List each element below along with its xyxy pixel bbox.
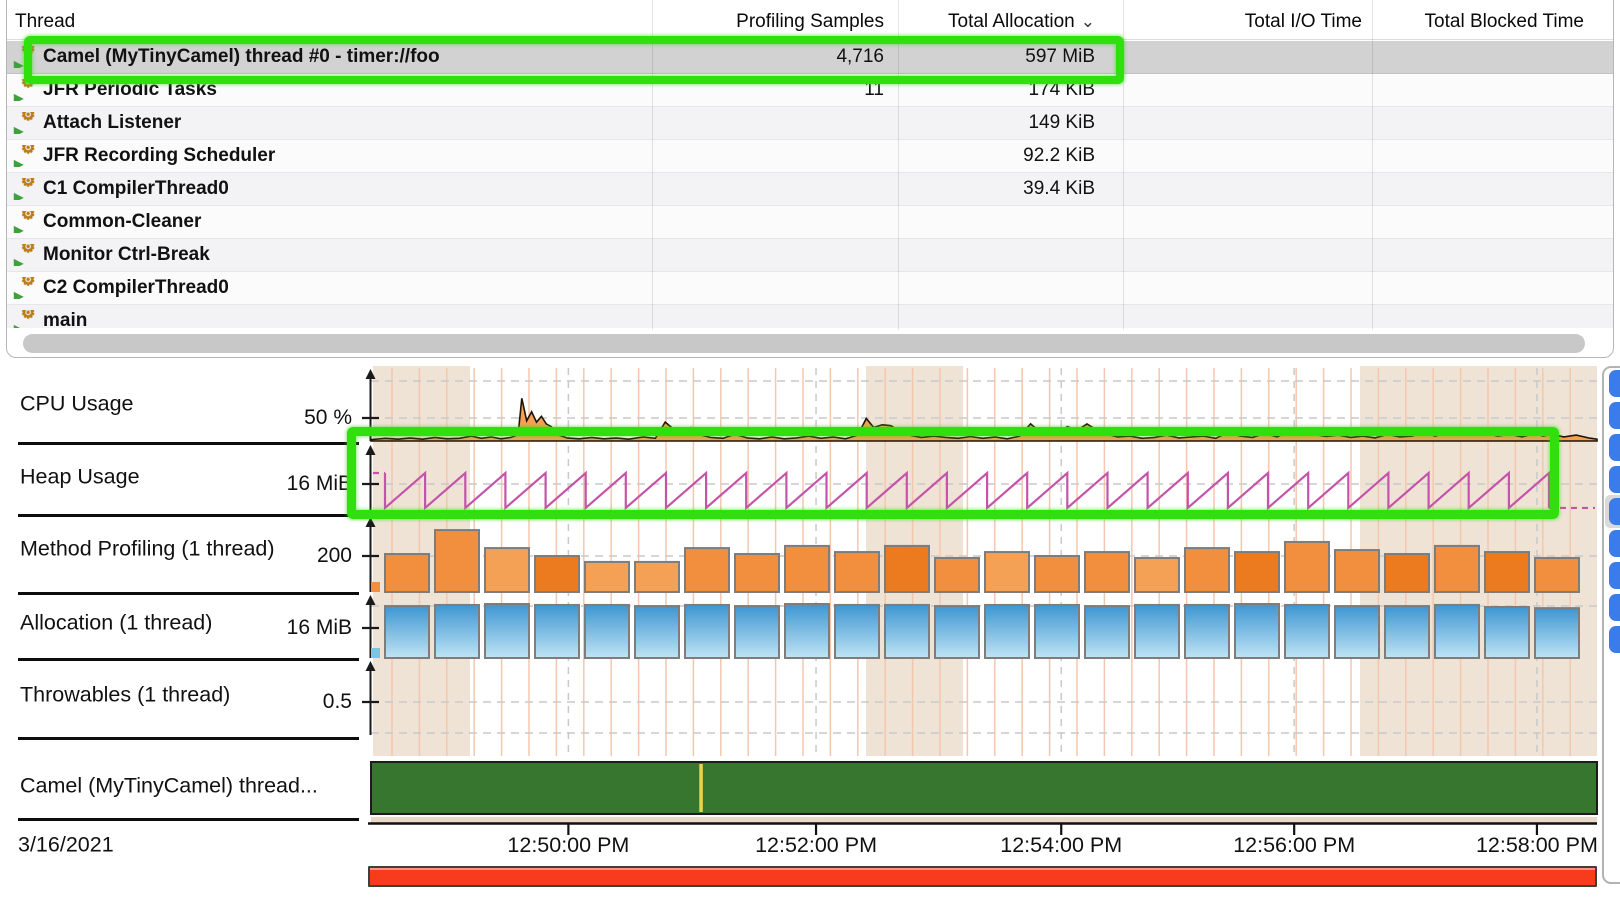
- time-axis-label: 12:58:00 PM: [1427, 833, 1620, 858]
- allocation-bar: [935, 606, 979, 658]
- allocation-bar: [1385, 606, 1429, 658]
- method-profiling-bar: [1035, 556, 1079, 592]
- time-axis-label: 12:50:00 PM: [458, 833, 678, 858]
- allocation-bar: [385, 606, 429, 658]
- lane-divider: [18, 737, 359, 740]
- lane-label-allocation: Allocation (1 thread): [20, 611, 212, 636]
- method-profiling-bar: [1185, 548, 1229, 592]
- method-profiling-bar: [685, 548, 729, 592]
- time-axis-label: 12:52:00 PM: [706, 833, 926, 858]
- lane-label-cpu-usage: CPU Usage: [20, 392, 134, 417]
- allocation-bar: [685, 605, 729, 658]
- allocation-bar: [835, 605, 879, 658]
- lane-label-camel-thread: Camel (MyTinyCamel) thread...: [20, 774, 318, 799]
- lane-toggle-button[interactable]: [1609, 370, 1620, 397]
- timeline-zoom-scrollbar[interactable]: [368, 866, 1597, 887]
- lane-axis-tick-method: 200: [212, 544, 352, 568]
- allocation-bar: [485, 604, 529, 658]
- allocation-bar: [1035, 605, 1079, 658]
- allocation-bar: [435, 605, 479, 658]
- lane-axis-tick-heap: 16 MiB: [212, 472, 352, 496]
- allocation-bar: [1335, 606, 1379, 658]
- date-label: 3/16/2021: [18, 833, 114, 858]
- thread-event-marker: [699, 764, 703, 812]
- method-profiling-bar: [885, 546, 929, 592]
- lane-divider: [18, 592, 359, 595]
- lane-label-throwables: Throwables (1 thread): [20, 683, 230, 708]
- lane-toggle-button[interactable]: [1609, 594, 1620, 621]
- method-profiling-bar: [385, 554, 429, 592]
- time-axis-label: 12:54:00 PM: [951, 833, 1171, 858]
- allocation-bar: [1485, 607, 1529, 658]
- method-profiling-bar: [1285, 542, 1329, 592]
- allocation-bar: [885, 605, 929, 658]
- lane-toggle-button[interactable]: [1609, 530, 1620, 557]
- lane-divider: [18, 658, 359, 661]
- method-profiling-bar: [435, 530, 479, 592]
- allocation-bar: [1135, 605, 1179, 658]
- lane-toggle-button[interactable]: [1609, 498, 1620, 525]
- time-axis-label: 12:56:00 PM: [1184, 833, 1404, 858]
- allocation-bar: [1535, 608, 1579, 658]
- lane-toggle-button[interactable]: [1609, 562, 1620, 589]
- method-profiling-bar: [1535, 558, 1579, 592]
- allocation-bar: [1235, 604, 1279, 658]
- lane-toggle-button[interactable]: [1609, 402, 1620, 429]
- allocation-bar: [785, 604, 829, 658]
- allocation-bar: [585, 605, 629, 658]
- allocation-bar: [735, 606, 779, 658]
- lane-divider: [18, 818, 359, 821]
- method-profiling-bar: [535, 556, 579, 592]
- method-profiling-bar: [485, 548, 529, 592]
- method-profiling-bar: [1435, 546, 1479, 592]
- allocation-bar: [1085, 606, 1129, 658]
- lane-divider: [18, 514, 359, 517]
- lane-axis-tick-allocation: 16 MiB: [212, 616, 352, 640]
- lane-axis-tick-throwables: 0.5: [212, 690, 352, 714]
- method-profiling-bar: [1335, 550, 1379, 592]
- thread-activity-band: [371, 762, 1597, 814]
- chart-lane-buttons-panel: [1602, 366, 1620, 884]
- allocation-bar: [1185, 605, 1229, 658]
- lane-toggle-button[interactable]: [1609, 434, 1620, 461]
- timeline-chart[interactable]: [0, 0, 1620, 904]
- method-profiling-bar: [785, 546, 829, 592]
- method-profiling-bar: [735, 554, 779, 592]
- method-profiling-bar: [1385, 554, 1429, 592]
- method-profiling-bar: [985, 552, 1029, 592]
- method-profiling-bar: [1085, 552, 1129, 592]
- lane-toggle-button[interactable]: [1609, 626, 1620, 653]
- allocation-bar: [1435, 605, 1479, 658]
- method-profiling-bar: [585, 562, 629, 592]
- method-profiling-bar: [635, 562, 679, 592]
- lane-label-heap-usage: Heap Usage: [20, 465, 140, 490]
- allocation-bar: [635, 606, 679, 658]
- method-profiling-bar: [1235, 552, 1279, 592]
- method-profiling-bar: [1135, 558, 1179, 592]
- method-profiling-bar: [1485, 552, 1529, 592]
- lane-toggle-button[interactable]: [1609, 466, 1620, 493]
- allocation-bar: [535, 605, 579, 658]
- lane-axis-tick-cpu: 50 %: [212, 406, 352, 430]
- allocation-bar: [985, 605, 1029, 658]
- lane-divider: [18, 442, 359, 445]
- allocation-bar: [1285, 605, 1329, 658]
- method-profiling-bar: [835, 552, 879, 592]
- method-profiling-bar: [935, 558, 979, 592]
